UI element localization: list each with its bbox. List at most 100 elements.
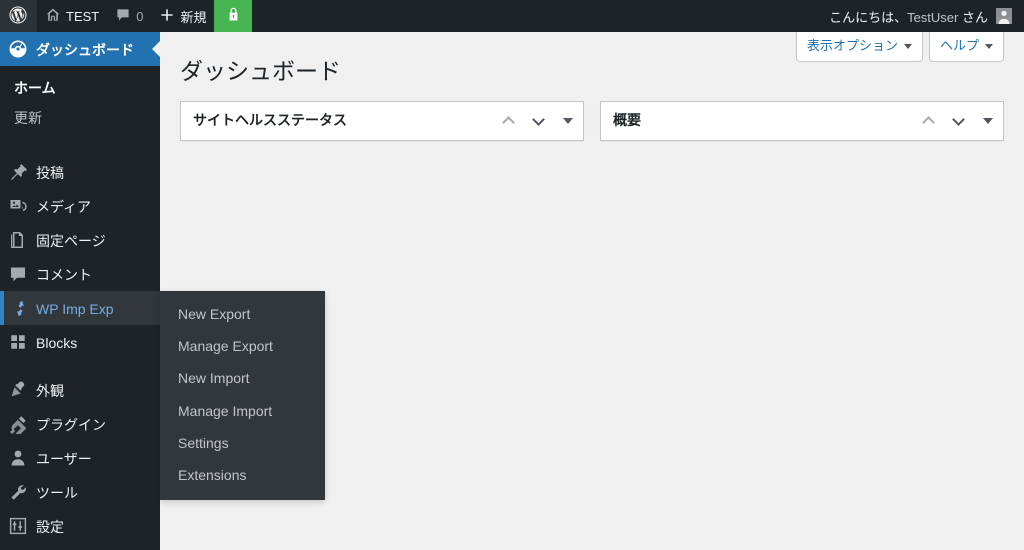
- admin-sidebar: ダッシュボード ホーム 更新 投稿 メディア 固定ページ コメント WP Imp…: [0, 32, 325, 550]
- help-button[interactable]: ヘルプ: [928, 32, 1004, 63]
- sidebar-label-pages: 固定ページ: [36, 232, 106, 249]
- my-account-menu[interactable]: こんにちは、TestUser さん: [821, 0, 1024, 32]
- wp-imp-exp-flyout-menu: New Export Manage Export New Import Mana…: [160, 291, 325, 501]
- sidebar-link-wp-imp-exp[interactable]: WP Imp Exp: [0, 291, 160, 325]
- menu-separator-1: [0, 141, 160, 155]
- user-avatar-icon: [996, 8, 1012, 24]
- sidebar-link-media[interactable]: メディア: [0, 189, 160, 223]
- plus-icon: [159, 7, 175, 26]
- greeting-prefix: こんにちは、: [829, 9, 908, 25]
- submenu-item-updates: 更新: [0, 103, 160, 133]
- widget-at-a-glance: 概要: [600, 100, 1004, 141]
- toggle-panel-button[interactable]: [553, 103, 583, 139]
- import-export-arrows-icon: [4, 299, 36, 318]
- toggle-panel-button[interactable]: [973, 103, 1003, 139]
- pin-icon: [0, 162, 36, 182]
- greeting-suffix: さん: [958, 9, 988, 25]
- sidebar-item-comments: コメント: [0, 257, 160, 291]
- move-down-button[interactable]: [523, 103, 553, 139]
- submenu-item-home: ホーム: [0, 73, 160, 103]
- sidebar-link-pages[interactable]: 固定ページ: [0, 223, 160, 257]
- admin-bar: TEST 0 新規 こんにちは、TestUser さん: [0, 0, 1024, 32]
- flyout-link-extensions[interactable]: Extensions: [160, 459, 325, 491]
- page-icon: [0, 230, 36, 250]
- sidebar-link-comments[interactable]: コメント: [0, 257, 160, 291]
- postbox-container-left: サイトヘルスステータス: [180, 100, 584, 141]
- postbox-container-right: 概要: [600, 100, 1004, 141]
- sidebar-label-plugins: プラグイン: [36, 416, 106, 433]
- sidebar-label-appearance: 外観: [36, 382, 64, 399]
- admin-bar-spacer: [252, 0, 821, 32]
- flyout-item-settings: Settings: [160, 427, 325, 459]
- flyout-item-extensions: Extensions: [160, 459, 325, 491]
- new-content-menu[interactable]: 新規: [151, 0, 214, 32]
- flyout-link-manage-import[interactable]: Manage Import: [160, 395, 325, 427]
- submenu-link-updates[interactable]: 更新: [0, 103, 160, 133]
- sidebar-link-blocks[interactable]: Blocks: [0, 325, 160, 359]
- dashboard-widgets: サイトヘルスステータス 概要: [160, 100, 1024, 141]
- move-up-button[interactable]: [913, 103, 943, 139]
- home-icon: [45, 7, 61, 26]
- sidebar-label-tools: ツール: [36, 484, 78, 501]
- submenu-link-home[interactable]: ホーム: [0, 73, 160, 103]
- caret-down-icon: [903, 43, 912, 49]
- flyout-item-new-export: New Export: [160, 298, 325, 330]
- sidebar-item-appearance: 外観: [0, 373, 160, 407]
- sidebar-item-pages: 固定ページ: [0, 223, 160, 257]
- site-name-menu[interactable]: TEST: [37, 0, 107, 32]
- sidebar-item-posts: 投稿: [0, 155, 160, 189]
- sidebar-link-posts[interactable]: 投稿: [0, 155, 160, 189]
- widget-site-health-status: サイトヘルスステータス: [180, 100, 584, 141]
- greeting-text: こんにちは、TestUser さん: [829, 7, 988, 26]
- flyout-link-new-import[interactable]: New Import: [160, 362, 325, 394]
- flyout-item-manage-import: Manage Import: [160, 395, 325, 427]
- comments-menu[interactable]: 0: [107, 0, 151, 32]
- screen-options-label: 表示オプション: [806, 38, 898, 53]
- admin-bar-right-group: こんにちは、TestUser さん: [821, 0, 1024, 32]
- flyout-item-manage-export: Manage Export: [160, 330, 325, 362]
- move-down-button[interactable]: [943, 103, 973, 139]
- sidebar-link-dashboard[interactable]: ダッシュボード: [0, 32, 160, 66]
- sidebar-item-tools: ツール: [0, 475, 160, 509]
- dashboard-submenu: ホーム 更新: [0, 66, 160, 141]
- widget-header: 概要: [601, 102, 1003, 140]
- widget-title: サイトヘルスステータス: [193, 112, 347, 129]
- screen-options-button[interactable]: 表示オプション: [795, 32, 923, 63]
- lock-icon: [225, 6, 242, 26]
- sidebar-label-settings: 設定: [36, 518, 64, 535]
- sidebar-label-posts: 投稿: [36, 164, 64, 181]
- chevron-down-icon: [951, 113, 965, 126]
- wordpress-logo-menu[interactable]: [0, 0, 37, 32]
- sidebar-item-dashboard: ダッシュボード ホーム 更新: [0, 32, 160, 141]
- flyout-link-new-export[interactable]: New Export: [160, 298, 325, 330]
- flyout-link-settings[interactable]: Settings: [160, 427, 325, 459]
- widget-actions: [493, 103, 583, 139]
- blocks-grid-icon: [0, 333, 36, 351]
- widget-actions: [913, 103, 1003, 139]
- sidebar-link-plugins[interactable]: プラグイン: [0, 407, 160, 441]
- sidebar-item-media: メディア: [0, 189, 160, 223]
- widget-header: サイトヘルスステータス: [181, 102, 583, 140]
- sidebar-label-blocks: Blocks: [36, 334, 78, 351]
- sidebar-item-settings: 設定: [0, 509, 160, 543]
- sidebar-item-wp-imp-exp: WP Imp Exp New Export Manage Export New …: [0, 291, 325, 501]
- sidebar-link-users[interactable]: ユーザー: [0, 441, 160, 475]
- sidebar-link-tools[interactable]: ツール: [0, 475, 160, 509]
- sidebar-link-settings[interactable]: 設定: [0, 509, 160, 543]
- new-content-label: 新規: [180, 9, 207, 25]
- ssl-status-button[interactable]: [214, 0, 253, 32]
- menu-separator-2: [0, 359, 160, 373]
- move-up-button[interactable]: [493, 103, 523, 139]
- sidebar-link-appearance[interactable]: 外観: [0, 373, 160, 407]
- admin-menu-list: ダッシュボード ホーム 更新 投稿 メディア 固定ページ コメント WP Imp…: [0, 32, 325, 543]
- sidebar-label-users: ユーザー: [36, 450, 92, 467]
- dashboard-gauge-icon: [0, 39, 36, 59]
- flyout-link-manage-export[interactable]: Manage Export: [160, 330, 325, 362]
- sidebar-label-comments: コメント: [36, 266, 92, 283]
- chevron-up-icon: [921, 116, 935, 129]
- chevron-up-icon: [501, 116, 515, 129]
- screen-meta-links: 表示オプション ヘルプ: [795, 32, 1004, 63]
- wordpress-logo-icon: [9, 5, 27, 27]
- caret-down-icon: [985, 43, 993, 49]
- tools-wrench-icon: [0, 482, 36, 502]
